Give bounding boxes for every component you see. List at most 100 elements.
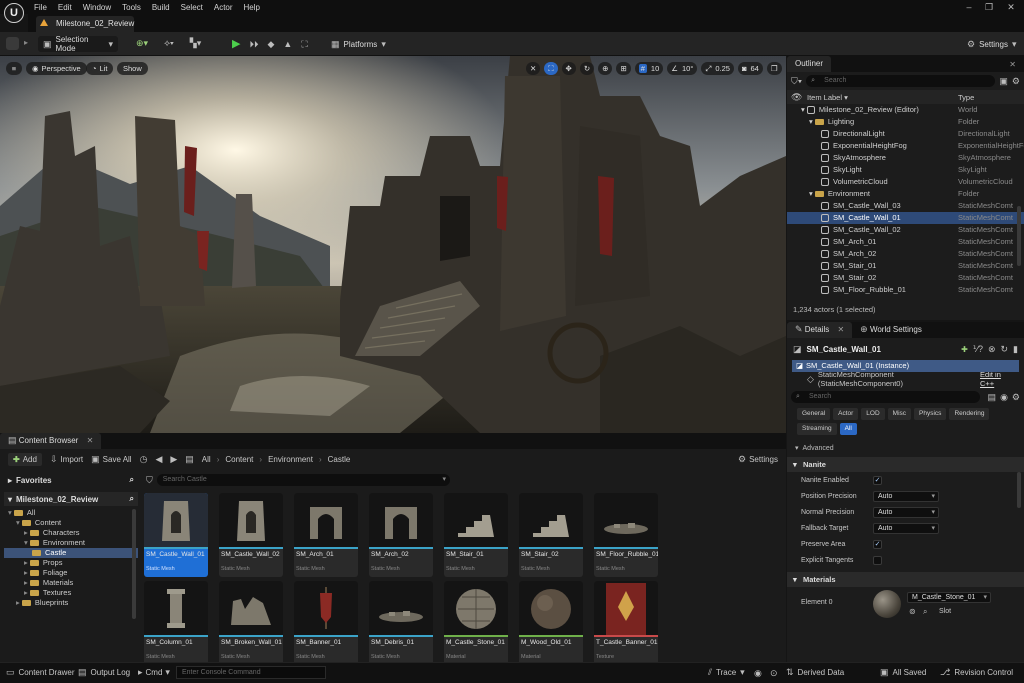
component-row[interactable]: ◇ StaticMeshComponent (StaticMeshCompone… [787,370,1024,388]
folder-environment[interactable]: ▾ Environment [4,538,138,548]
item-label-header[interactable]: Item Label ▾ [807,93,958,102]
console-input[interactable]: Enter Console Command [176,666,326,679]
outliner-row[interactable]: SkyAtmosphere SkyAtmosphere [787,152,1024,164]
browse-icon[interactable]: ⊚ [909,607,916,616]
rotation-snap-button[interactable]: ∠ 10° [667,62,698,75]
platforms-dropdown[interactable]: ▦ Platforms ▾ [326,36,386,52]
breadcrumb-castle[interactable]: Castle [328,455,351,464]
unreal-logo-icon[interactable]: U [4,3,24,23]
menu-help[interactable]: Help [244,3,260,12]
category-all[interactable]: All [839,423,857,435]
instance-row[interactable]: ◪ SM_Castle_Wall_01 (Instance) [792,360,1019,372]
more-icon[interactable]: ▮ [1013,344,1018,354]
save-icon[interactable]: ▣ [999,76,1008,86]
folder-content[interactable]: ▾ Content [4,518,138,528]
outliner-row[interactable]: SM_Stair_02 StaticMeshComt [787,272,1024,284]
settings-icon[interactable]: ⚙ [1012,392,1020,402]
level-tab[interactable]: Milestone_02_Review [36,16,134,32]
outliner-row[interactable]: SM_Stair_01 StaticMeshComt [787,260,1024,272]
folder-characters[interactable]: ▸ Characters [4,528,138,538]
material-thumbnail[interactable] [873,590,901,618]
details-search-input[interactable]: ⌕ Search [791,391,980,403]
asset-tile[interactable]: M_Castle_Stone_01 Material [444,581,508,662]
preserve-area-checkbox[interactable]: ✓ [873,539,882,549]
element0-material-combo[interactable]: M_Castle_Stone_01 [907,592,991,603]
maximize-icon[interactable]: ❐ [982,2,996,14]
asset-tile[interactable]: SM_Floor_Rubble_01 Static Mesh [594,493,658,577]
play-icon[interactable]: ▶ [232,37,240,50]
snapshot-icon[interactable]: ⊙ [770,668,778,678]
derived-data-button[interactable]: ⇅ Derived Data [786,667,844,677]
eye-icon[interactable]: ◉ [1000,392,1008,402]
close-tab-icon[interactable]: ✕ [837,325,844,334]
outliner-row[interactable]: SM_Floor_Rubble_01 StaticMeshComt [787,284,1024,296]
asset-tile[interactable]: SM_Stair_02 Static Mesh [519,493,583,577]
perspective-button[interactable]: ◉ Perspective [26,62,87,75]
lit-button[interactable]: ◔ Lit [86,62,114,75]
outliner-row[interactable]: SM_Arch_01 StaticMeshComt [787,236,1024,248]
menu-actor[interactable]: Actor [214,3,233,12]
outliner-row[interactable]: ▾ Milestone_02_Review (Editor) World [787,104,1024,116]
settings-icon[interactable]: ⚙ [1012,76,1020,86]
all-saved-button[interactable]: ▣ All Saved [880,667,926,677]
menu-tools[interactable]: Tools [122,3,141,12]
nanite-section-header[interactable]: ▾ Nanite [787,457,1024,472]
lock-icon[interactable]: ⊗ [988,344,996,354]
menu-window[interactable]: Window [83,3,111,12]
close-icon[interactable]: ✕ [1004,2,1018,14]
folder-materials[interactable]: ▸ Materials [4,578,138,588]
actor-name[interactable]: SM_Castle_Wall_01 [807,345,881,354]
realtime-icon[interactable]: ✕ [526,62,541,75]
menu-build[interactable]: Build [152,3,170,12]
advanced-toggle[interactable]: ▾ Advanced [787,441,1024,455]
folder-foliage[interactable]: ▸ Foliage [4,568,138,578]
asset-tile[interactable]: SM_Arch_02 Static Mesh [369,493,433,577]
launch-icon[interactable]: ▲ [283,39,292,49]
filter-icon[interactable]: ⛉▾ [791,76,802,86]
outliner-row[interactable]: ExponentialHeightFog ExponentialHeightFo [787,140,1024,152]
refresh-icon[interactable]: ↻ [1001,344,1009,354]
outliner-tab[interactable]: Outliner [787,56,832,72]
search-icon[interactable]: ⌕ [130,475,134,485]
asset-tile[interactable]: SM_Broken_Wall_01 Static Mesh [219,581,283,662]
project-header[interactable]: ▾ Milestone_02_Review ⌕ [4,492,138,506]
outliner-row[interactable]: ▾ Environment Folder [787,188,1024,200]
translate-icon[interactable]: ✥ [561,62,576,75]
folder-blueprints[interactable]: ▸ Blueprints [4,598,138,608]
breadcrumb-environment[interactable]: Environment [268,455,313,464]
close-tab-icon[interactable]: ✕ [1009,60,1016,69]
outliner-row[interactable]: SM_Castle_Wall_03 StaticMeshComt [787,200,1024,212]
surface-snap-icon[interactable]: ⊞ [616,62,631,75]
asset-tile[interactable]: SM_Arch_01 Static Mesh [294,493,358,577]
category-actor[interactable]: Actor [833,408,859,420]
show-button[interactable]: Show [117,62,148,75]
asset-tile[interactable]: M_Wood_Old_01 Material [519,581,583,662]
asset-tile[interactable]: SM_Banner_01 Static Mesh [294,581,358,662]
minimize-icon[interactable]: – [962,2,976,14]
add-button[interactable]: ✚ Add [8,452,42,466]
world-settings-tab[interactable]: ⊕ World Settings [852,322,930,338]
outliner-scrollbar[interactable] [1017,206,1021,266]
menu-select[interactable]: Select [181,3,203,12]
category-general[interactable]: General [797,408,831,420]
asset-tile[interactable]: T_Castle_Banner_01 Texture [594,581,658,662]
property-matrix-icon[interactable]: ▤ [988,392,997,402]
viewport-options-icon[interactable]: ≡ [6,62,22,75]
settings-dropdown[interactable]: ⚙ Settings ▾ [962,36,1020,52]
outliner-row[interactable]: SM_Castle_Wall_02 StaticMeshComt [787,224,1024,236]
explicit-tangents-checkbox[interactable] [873,555,882,565]
category-streaming[interactable]: Streaming [797,423,837,435]
maximize-viewport-icon[interactable]: ❐ [766,62,782,75]
simulate-icon[interactable]: ◆ [267,39,274,49]
category-misc[interactable]: Misc [887,408,912,420]
find-icon[interactable]: ⌕ [923,607,927,617]
scale-snap-button[interactable]: ⤢ 0.25 [701,62,734,75]
category-physics[interactable]: Physics [914,408,947,420]
search-icon[interactable]: ⌕ [130,494,134,504]
asset-tile[interactable]: SM_Debris_01 Static Mesh [369,581,433,662]
close-tab-icon[interactable]: ✕ [87,436,94,445]
folder-all[interactable]: ▾ All [4,508,138,518]
details-scrollbar[interactable] [1017,472,1021,508]
play-options-icon[interactable]: ⏵⏵ [249,39,258,49]
breadcrumb-all[interactable]: All [202,455,211,464]
